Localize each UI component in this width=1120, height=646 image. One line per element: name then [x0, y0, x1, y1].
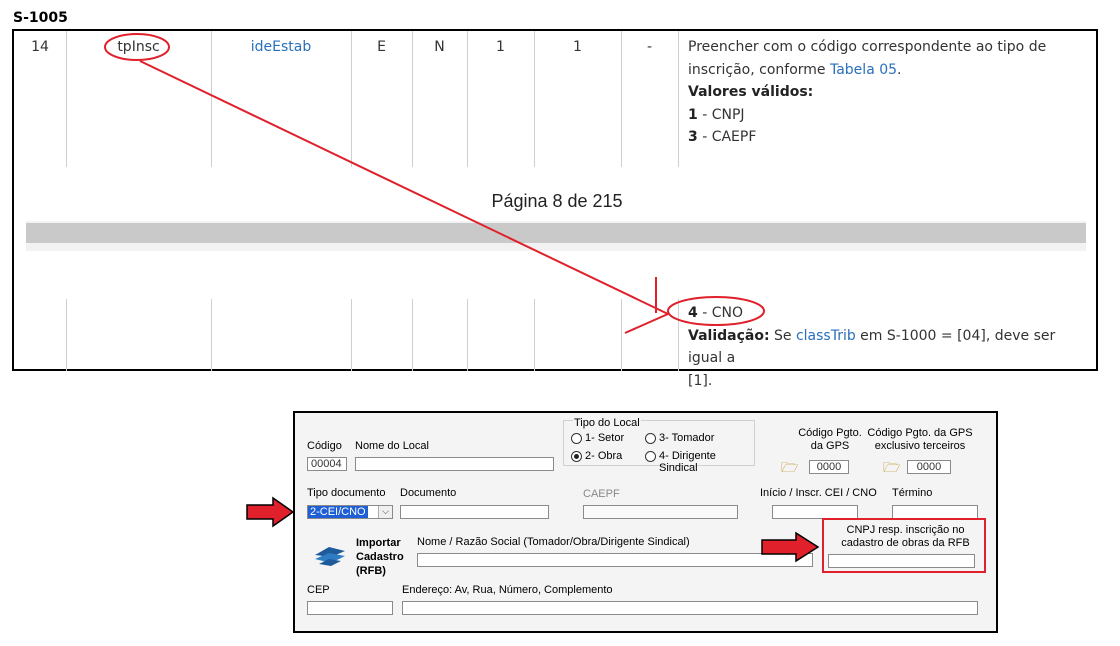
- nome-local-input[interactable]: [355, 457, 554, 471]
- arrow-right-icon: [246, 496, 295, 528]
- nome-razao-input[interactable]: [417, 553, 813, 567]
- nome-local-label: Nome do Local: [355, 440, 429, 452]
- caepf-input[interactable]: [583, 505, 738, 519]
- cep-label: CEP: [307, 584, 330, 596]
- codigo-gps-terc-label-2: exclusivo terceiros: [874, 440, 966, 452]
- radio-dirigente-label[interactable]: 4- Dirigente Sindical: [659, 450, 754, 474]
- highlight-ellipse-cno: [667, 296, 765, 326]
- radio-obra-label[interactable]: 2- Obra: [585, 450, 622, 462]
- documento-label: Documento: [400, 487, 457, 499]
- folder-icon[interactable]: 🗁: [781, 457, 798, 481]
- codigo-gps-input[interactable]: 0000: [809, 460, 849, 474]
- arrowhead-stroke-2: [624, 313, 669, 334]
- tipo-local-group: Tipo do Local 1- Setor 3- Tomador 2- Obr…: [563, 417, 755, 474]
- inicio-input[interactable]: [772, 505, 858, 519]
- codigo-label: Código: [307, 440, 342, 452]
- arrow-right-icon: [761, 531, 820, 563]
- tipo-documento-label: Tipo documento: [307, 487, 386, 499]
- tipo-documento-select[interactable]: 2-CEI/CNO ⌵: [307, 505, 393, 519]
- codigo-gps-label-2: da GPS: [810, 440, 850, 452]
- radio-icon[interactable]: [571, 451, 582, 462]
- radio-icon[interactable]: [645, 433, 656, 444]
- endereco-input[interactable]: [402, 601, 978, 615]
- codigo-gps-terc-input[interactable]: 0000: [907, 460, 951, 474]
- nome-razao-label: Nome / Razão Social (Tomador/Obra/Dirige…: [417, 536, 690, 548]
- importar-label-3[interactable]: (RFB): [356, 565, 386, 577]
- importar-label-1[interactable]: Importar: [356, 537, 401, 549]
- folder-icon[interactable]: 🗁: [883, 457, 900, 481]
- highlight-box-cnpj-resp: [822, 518, 986, 573]
- documento-input[interactable]: [400, 505, 549, 519]
- codigo-input[interactable]: 00004: [307, 457, 347, 471]
- radio-setor-label[interactable]: 1- Setor: [585, 432, 624, 444]
- dropdown-chevron-icon[interactable]: ⌵: [378, 506, 392, 518]
- radio-tomador-label[interactable]: 3- Tomador: [659, 432, 714, 444]
- termino-label: Término: [892, 487, 933, 499]
- receita-federal-logo-icon[interactable]: [313, 543, 347, 567]
- tipo-documento-value: 2-CEI/CNO: [308, 506, 368, 518]
- tipo-local-label: Tipo do Local: [573, 417, 641, 429]
- caepf-label: CAEPF: [583, 488, 620, 500]
- endereco-label: Endereço: Av, Rua, Número, Complemento: [402, 584, 613, 596]
- termino-input[interactable]: [892, 505, 978, 519]
- highlight-ellipse-tpinsc: [104, 33, 170, 61]
- codigo-gps-label-1: Código Pgto.: [798, 427, 862, 439]
- arrow-right-icon: [139, 60, 669, 315]
- importar-label-2[interactable]: Cadastro: [356, 551, 404, 563]
- inicio-label: Início / Inscr. CEI / CNO: [760, 487, 877, 499]
- cep-input[interactable]: [307, 601, 393, 615]
- codigo-gps-terc-label-1: Código Pgto. da GPS: [867, 427, 973, 439]
- radio-icon[interactable]: [645, 451, 656, 462]
- radio-icon[interactable]: [571, 433, 582, 444]
